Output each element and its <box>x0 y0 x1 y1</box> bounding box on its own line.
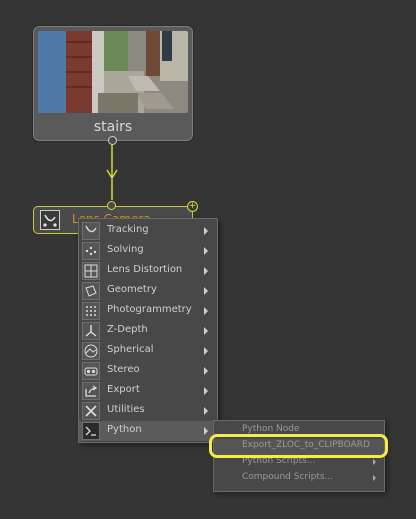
submenu-arrow-icon <box>204 267 208 275</box>
submenu-arrow-icon <box>204 367 208 375</box>
menu-item-label: Geometry <box>107 284 157 295</box>
submenu-arrow-icon <box>204 427 208 435</box>
submenu-arrow-icon <box>373 459 376 465</box>
source-node-name: stairs <box>93 119 133 135</box>
camera-tracker-icon <box>40 210 60 230</box>
menu-item-geometry[interactable]: Geometry <box>79 281 217 301</box>
submenu-arrow-icon <box>204 387 208 395</box>
highlight-annotation <box>209 434 388 458</box>
menu-item-label: Python <box>107 424 142 435</box>
input-port[interactable] <box>107 201 116 210</box>
source-thumbnail <box>38 31 188 113</box>
submenu-arrow-icon <box>204 307 208 315</box>
submenu-arrow-icon <box>204 247 208 255</box>
submenu-item-label: Python Node <box>242 424 300 434</box>
menu-item-tracking[interactable]: Tracking <box>79 221 217 241</box>
menu-item-spherical[interactable]: Spherical <box>79 341 217 361</box>
context-menu: Tracking Solving Lens Distortion Geometr… <box>78 218 218 443</box>
stereo-icon <box>82 362 100 380</box>
menu-item-label: Lens Distortion <box>107 264 183 275</box>
menu-item-label: Utilities <box>107 404 145 415</box>
menu-item-label: Stereo <box>107 364 140 375</box>
menu-item-label: Photogrammetry <box>107 304 192 315</box>
menu-item-label: Spherical <box>107 344 154 355</box>
spherical-icon <box>82 342 100 360</box>
submenu-arrow-icon <box>204 407 208 415</box>
submenu-item-label: Compound Scripts... <box>242 472 334 482</box>
z-depth-icon <box>82 322 100 340</box>
tracking-icon <box>82 222 100 240</box>
menu-item-stereo[interactable]: Stereo <box>79 361 217 381</box>
menu-item-lens-distortion[interactable]: Lens Distortion <box>79 261 217 281</box>
export-icon <box>82 382 100 400</box>
add-output-port-icon[interactable]: + <box>187 201 198 212</box>
python-icon <box>82 422 100 440</box>
solving-icon <box>82 242 100 260</box>
menu-item-python[interactable]: Python <box>79 421 217 441</box>
menu-item-label: Z-Depth <box>107 324 148 335</box>
menu-item-label: Solving <box>107 244 144 255</box>
geometry-icon <box>82 282 100 300</box>
submenu-arrow-icon <box>204 287 208 295</box>
submenu-arrow-icon <box>204 327 208 335</box>
submenu-arrow-icon <box>373 475 376 481</box>
lens-distortion-icon <box>82 262 100 280</box>
menu-item-photogrammetry[interactable]: Photogrammetry <box>79 301 217 321</box>
submenu-arrow-icon <box>204 347 208 355</box>
menu-item-z-depth[interactable]: Z-Depth <box>79 321 217 341</box>
source-node[interactable]: stairs <box>33 26 193 141</box>
submenu-item-compound-scripts[interactable]: Compound Scripts... <box>214 471 384 487</box>
output-port[interactable] <box>108 136 117 145</box>
photogrammetry-icon <box>82 302 100 320</box>
menu-item-export[interactable]: Export <box>79 381 217 401</box>
menu-item-utilities[interactable]: Utilities <box>79 401 217 421</box>
menu-item-label: Tracking <box>107 224 149 235</box>
submenu-arrow-icon <box>204 227 208 235</box>
utilities-icon <box>82 402 100 420</box>
menu-item-solving[interactable]: Solving <box>79 241 217 261</box>
menu-item-label: Export <box>107 384 140 395</box>
